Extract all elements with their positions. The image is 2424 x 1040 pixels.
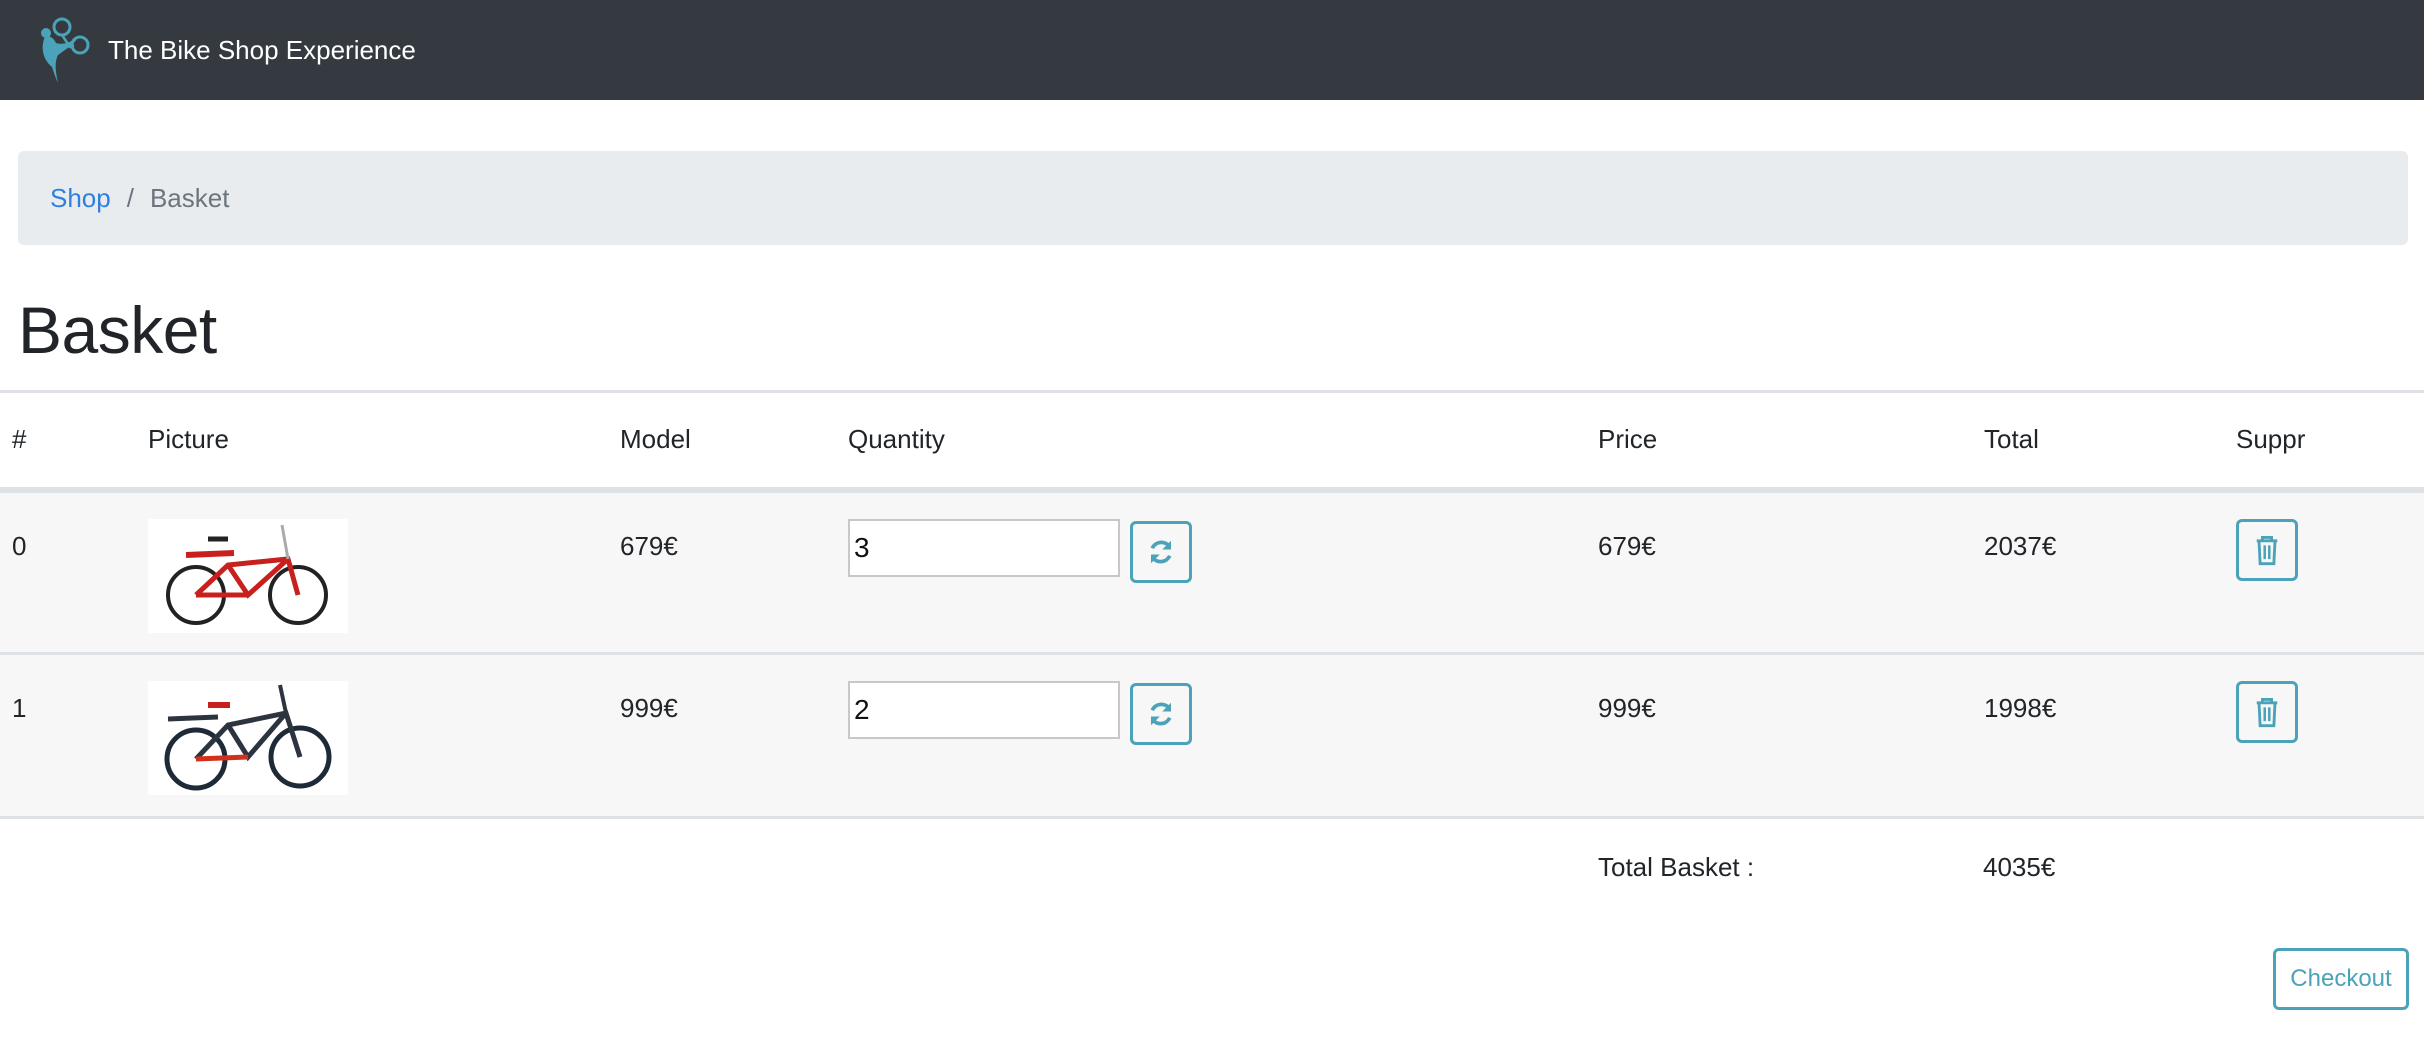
row-model: 679€ <box>620 530 678 561</box>
delete-item-button[interactable] <box>2236 518 2298 581</box>
page-title: Basket <box>18 293 217 367</box>
table-row: 0 679€ 3 679€ 2037€ <box>0 489 2424 655</box>
header-suppr: Suppr <box>2236 390 2424 493</box>
red-bike-image <box>148 518 348 633</box>
trash-icon <box>2256 698 2278 728</box>
breadcrumb-current: Basket <box>149 182 230 213</box>
header-model: Model <box>620 390 848 493</box>
breadcrumb: Shop / Basket <box>18 151 2408 245</box>
quantity-input[interactable] <box>848 681 1120 739</box>
header-picture: Picture <box>148 390 620 493</box>
breadcrumb-shop-link[interactable]: Shop <box>50 183 111 214</box>
cyclist-logo-icon[interactable] <box>26 15 90 85</box>
row-total: 1998€ <box>1984 693 2057 723</box>
header-index: # <box>0 390 148 493</box>
trash-icon <box>2256 535 2278 565</box>
row-total: 2037€ <box>1984 530 2057 561</box>
total-basket-value: 4035€ <box>1983 852 2056 882</box>
basket-table: # Picture Model Quantity Price Total Sup… <box>0 390 2424 819</box>
row-index: 0 <box>12 530 27 561</box>
quantity-input[interactable] <box>848 518 1120 577</box>
header-price: Price <box>1598 390 1984 493</box>
navbar: The Bike Shop Experience <box>0 0 2424 100</box>
header-total: Total <box>1984 390 2236 493</box>
refresh-icon <box>1150 540 1172 563</box>
brand-title[interactable]: The Bike Shop Experience <box>108 35 416 66</box>
table-row: 1 999€ 2 999€ 1998€ <box>0 653 2424 819</box>
checkout-button[interactable]: Checkout <box>2273 948 2409 1010</box>
breadcrumb-separator: / <box>126 182 134 213</box>
row-model: 999€ <box>620 693 678 723</box>
row-price: 999€ <box>1598 693 1656 723</box>
delete-item-button[interactable] <box>2236 681 2298 743</box>
table-header-row: # Picture Model Quantity Price Total Sup… <box>0 390 2424 493</box>
row-price: 679€ <box>1598 530 1656 561</box>
row-index: 1 <box>12 693 27 723</box>
refresh-quantity-button[interactable] <box>1130 520 1192 583</box>
black-red-bike-image <box>148 681 348 795</box>
refresh-quantity-button[interactable] <box>1130 683 1192 745</box>
header-quantity: Quantity <box>848 390 1598 493</box>
refresh-icon <box>1150 702 1172 726</box>
total-basket-label: Total Basket : <box>1598 852 1755 882</box>
